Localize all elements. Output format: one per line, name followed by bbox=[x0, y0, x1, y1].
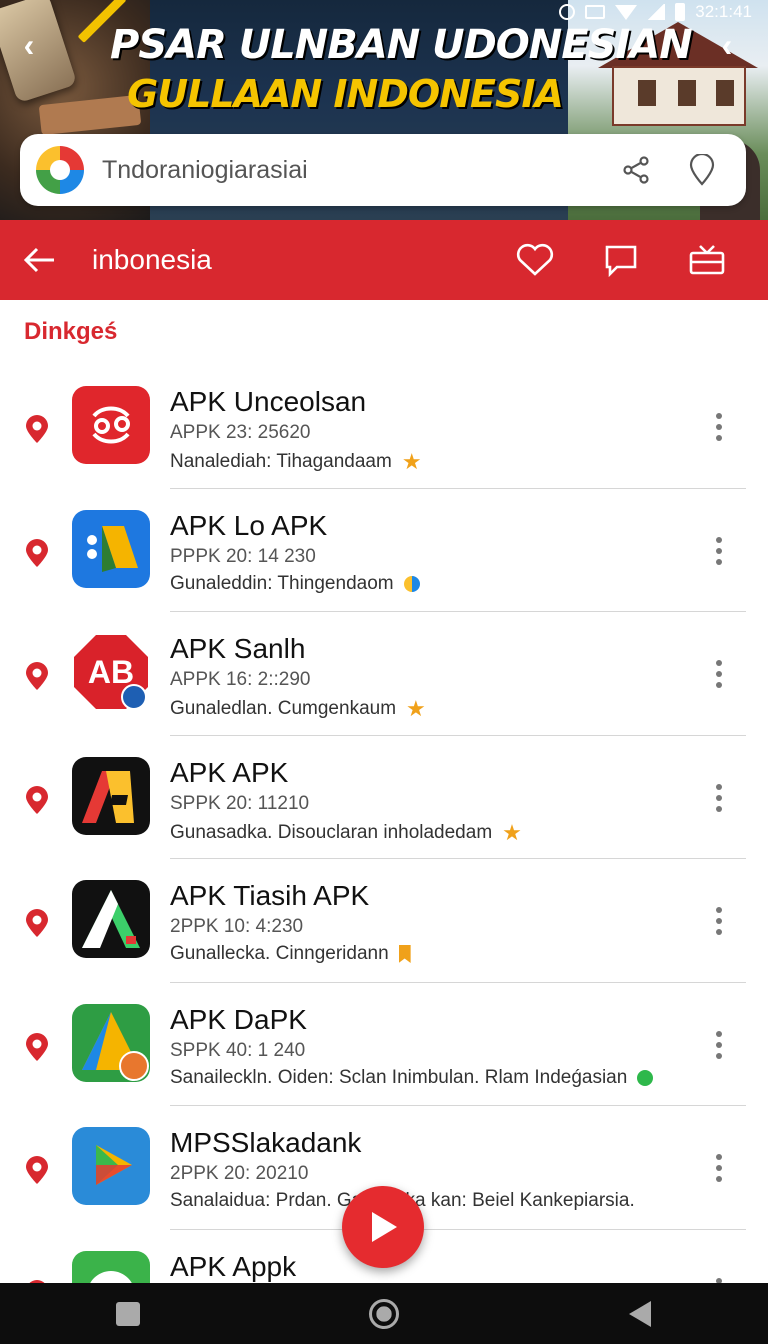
square-icon bbox=[116, 1301, 140, 1326]
play-button[interactable] bbox=[342, 1186, 424, 1268]
list-item[interactable]: APK Tiasih APK 2PPK 10: 4:230 Gunallecka… bbox=[0, 859, 768, 983]
signal-icon bbox=[647, 4, 666, 20]
app-name: APK Appk bbox=[170, 1250, 297, 1282]
status-time: 32:1:41 bbox=[695, 2, 752, 21]
app-name: MPSSlakadank bbox=[170, 1127, 362, 1158]
green-dot-icon bbox=[637, 1069, 654, 1086]
location-pin-icon bbox=[26, 1032, 48, 1061]
system-nav-bar bbox=[0, 1283, 768, 1344]
app-desc: Nanalediah: Tihagandaam ★ bbox=[170, 449, 422, 474]
chat-icon[interactable] bbox=[578, 220, 664, 300]
app-desc: Gunaleddin: Thingendaom bbox=[170, 573, 420, 595]
chevron-left-icon[interactable]: ‹ bbox=[12, 27, 46, 63]
wifi-icon bbox=[615, 4, 638, 20]
search-bar[interactable]: Tndoraniogiarasiai bbox=[20, 134, 746, 206]
more-vert-icon[interactable] bbox=[704, 409, 734, 445]
list-item[interactable]: APK APK SPPK 20: 11210 Gunasadka. Disouc… bbox=[0, 736, 768, 859]
app-meta: 2PPK 20: 20210 bbox=[170, 1163, 309, 1184]
back-arrow-icon[interactable] bbox=[0, 220, 80, 300]
home-button[interactable] bbox=[354, 1283, 414, 1344]
app-meta: SPPK 20: 11210 bbox=[170, 792, 310, 814]
app-desc: Gunallecka. Cinngeridann bbox=[170, 943, 411, 965]
banner-subtitle: GULLAAN INDONESIA bbox=[127, 72, 564, 116]
app-name: APK Sanlh bbox=[170, 633, 306, 664]
heart-icon[interactable] bbox=[492, 220, 578, 300]
app-bar: inbonesia bbox=[0, 220, 768, 300]
app-desc: Sanaileckln. Oiden: Sclan Inimbulan. Rla… bbox=[170, 1067, 654, 1089]
app-meta: PPPK 20: 14 230 bbox=[170, 545, 316, 567]
section-label: Dinkgeś bbox=[24, 318, 118, 345]
app-name: APK DaPK bbox=[170, 1003, 307, 1035]
list-item[interactable]: APK Unceolsan APPK 23: 25620 Nanalediah:… bbox=[0, 365, 768, 489]
list-item[interactable]: AB APK Sanlh APPK 16: 2::290 Gunaledlan.… bbox=[0, 612, 768, 736]
multicolor-dot-icon bbox=[403, 575, 420, 592]
app-desc: Gunasadka. Disouclaran inholadedam ★ bbox=[170, 819, 522, 845]
search-input[interactable]: Tndoraniogiarasiai bbox=[102, 156, 614, 185]
location-pin-icon bbox=[26, 662, 48, 690]
app-icon bbox=[72, 880, 150, 958]
more-vert-icon[interactable] bbox=[704, 656, 734, 692]
circle-icon bbox=[369, 1298, 399, 1329]
more-vert-icon[interactable] bbox=[704, 533, 734, 569]
more-vert-icon[interactable] bbox=[704, 1150, 734, 1186]
location-pin-icon bbox=[26, 785, 48, 814]
app-icon bbox=[72, 509, 150, 588]
promo-banner[interactable]: PSAR ULNBAN UDONESIAN GULLAAN INDONESIA … bbox=[0, 0, 768, 220]
banner-title: PSAR ULNBAN UDONESIAN bbox=[110, 22, 693, 68]
app-name: APK Lo APK bbox=[170, 509, 328, 541]
star-icon: ★ bbox=[502, 819, 522, 845]
back-button[interactable] bbox=[610, 1283, 670, 1344]
chevron-right-icon[interactable]: ‹ bbox=[710, 27, 744, 63]
location-pin-icon[interactable] bbox=[680, 148, 724, 192]
app-desc: Gunaledlan. Cumgenkaum ★ bbox=[170, 696, 426, 721]
bookmark-icon bbox=[398, 945, 411, 963]
battery-icon bbox=[675, 3, 686, 21]
recents-button[interactable] bbox=[98, 1283, 158, 1344]
app-meta: APPK 23: 25620 bbox=[170, 422, 311, 443]
star-icon: ★ bbox=[406, 696, 426, 721]
triangle-back-icon bbox=[629, 1300, 651, 1327]
page-title: inbonesia bbox=[92, 244, 212, 275]
cast-icon bbox=[585, 5, 606, 19]
more-vert-icon[interactable] bbox=[704, 1027, 734, 1063]
app-icon bbox=[72, 756, 150, 835]
play-icon bbox=[372, 1212, 397, 1242]
svg-text:AB: AB bbox=[88, 654, 134, 690]
location-pin-icon bbox=[26, 1156, 48, 1184]
share-icon[interactable] bbox=[614, 148, 658, 192]
more-vert-icon[interactable] bbox=[704, 780, 734, 816]
app-icon bbox=[72, 1003, 150, 1082]
star-icon: ★ bbox=[401, 449, 422, 474]
location-pin-icon bbox=[26, 909, 48, 937]
app-meta: APPK 16: 2::290 bbox=[170, 669, 311, 690]
alarm-icon bbox=[559, 4, 576, 20]
tv-icon[interactable] bbox=[664, 220, 750, 300]
list-item[interactable]: APK DaPK SPPK 40: 1 240 Sanaileckln. Oid… bbox=[0, 983, 768, 1106]
app-name: APK APK bbox=[170, 756, 289, 788]
list-item[interactable]: APK Lo APK PPPK 20: 14 230 Gunaleddin: T… bbox=[0, 489, 768, 612]
status-bar: 32:1:41 bbox=[559, 0, 752, 24]
location-pin-icon bbox=[26, 415, 48, 443]
more-vert-icon[interactable] bbox=[704, 903, 734, 939]
app-icon: AB bbox=[72, 633, 150, 711]
app-name: APK Unceolsan bbox=[170, 386, 367, 417]
app-icon bbox=[72, 1127, 150, 1205]
app-name: APK Tiasih APK bbox=[170, 880, 370, 911]
location-pin-icon bbox=[26, 538, 48, 567]
app-logo-icon bbox=[36, 146, 84, 194]
app-meta: SPPK 40: 1 240 bbox=[170, 1039, 306, 1061]
app-icon bbox=[72, 386, 150, 464]
app-meta: 2PPK 10: 4:230 bbox=[170, 916, 304, 937]
